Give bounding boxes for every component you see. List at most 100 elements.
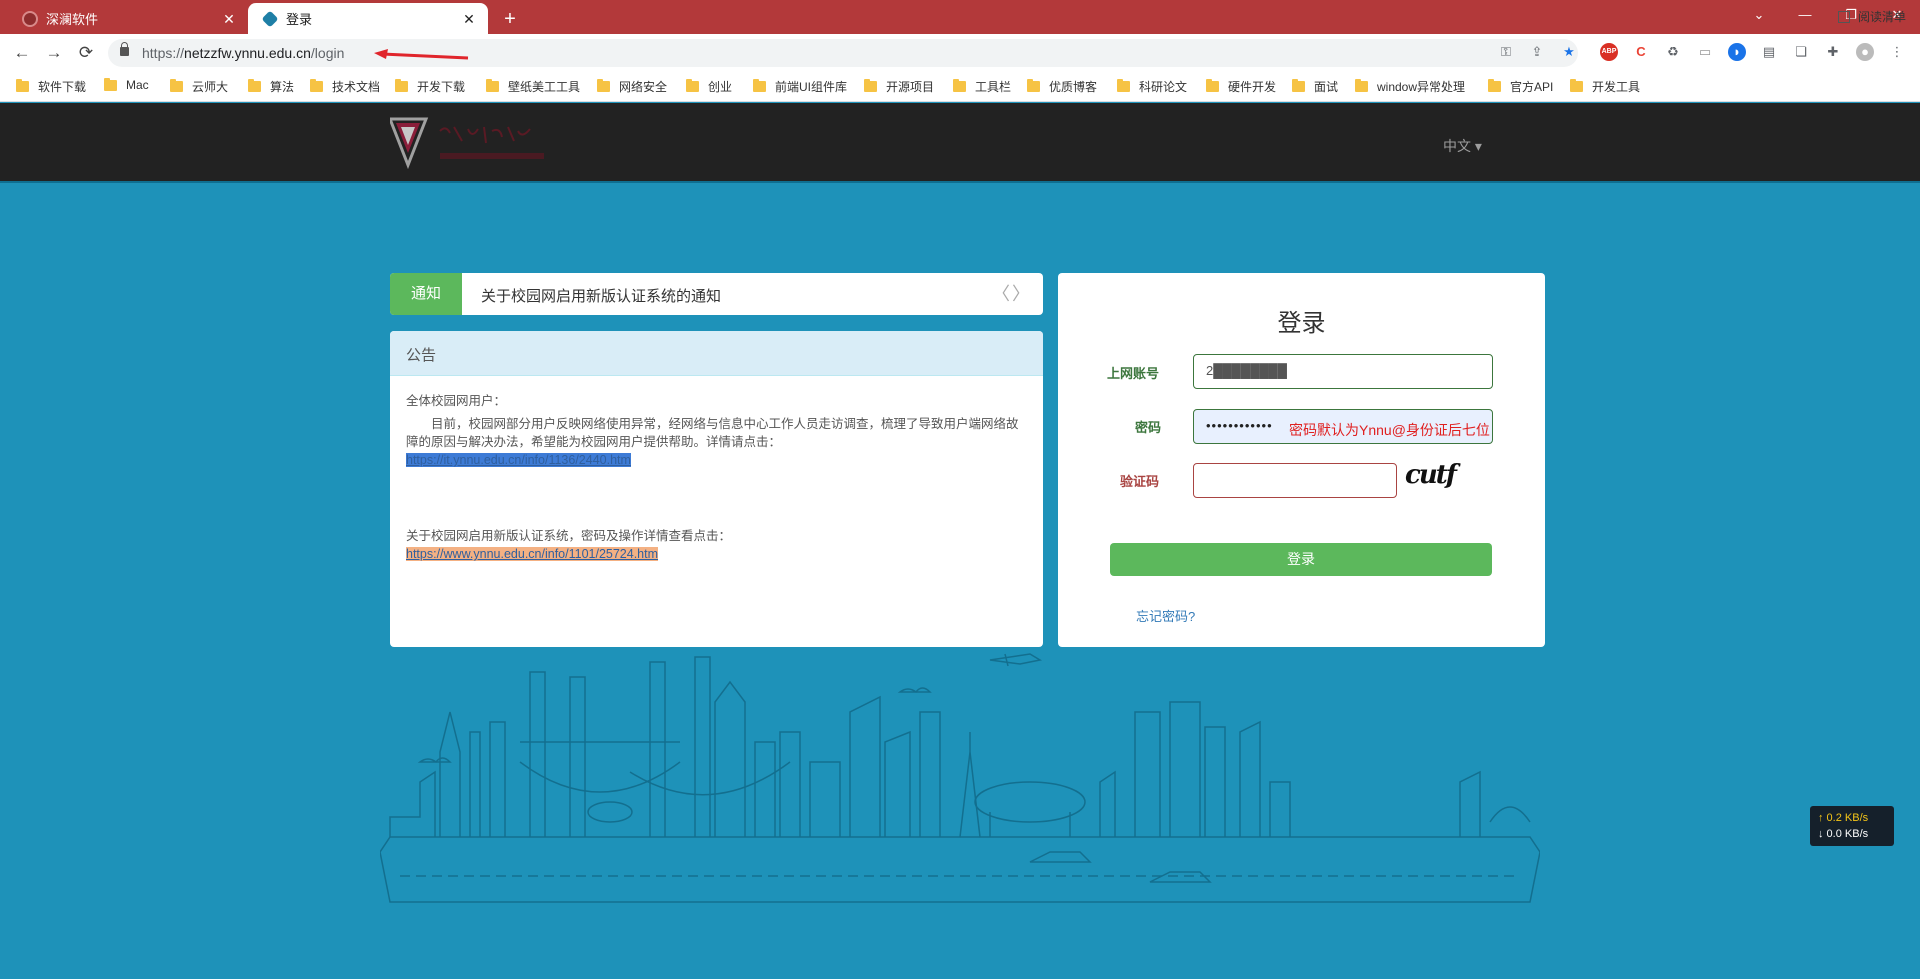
login-button[interactable]: 登录 — [1110, 543, 1492, 576]
account-label: 上网账号 — [1107, 366, 1160, 381]
folder-icon — [486, 79, 499, 92]
captcha-input[interactable] — [1193, 463, 1397, 498]
download-speed: ↓ 0.0 KB/s — [1818, 828, 1869, 840]
bookmark-item[interactable]: 工具栏 — [953, 78, 1011, 95]
bookmark-label: window异常处理 — [1377, 80, 1466, 94]
bookmark-item[interactable]: 开发工具 — [1570, 78, 1640, 95]
store-icon[interactable]: ▤ — [1760, 43, 1778, 61]
vpn-extension-icon[interactable]: ◗ — [1728, 43, 1746, 61]
folder-icon — [170, 79, 183, 92]
bookmark-item[interactable]: 官方API — [1488, 78, 1553, 95]
profile-avatar-icon[interactable]: ● — [1856, 43, 1874, 61]
folder-icon — [310, 79, 323, 92]
site-favicon-icon — [261, 10, 279, 27]
login-title: 登录 — [1277, 310, 1326, 337]
folder-icon — [1488, 79, 1501, 92]
tab-search-button[interactable]: ⌄ — [1736, 0, 1782, 30]
bookmark-label: 算法 — [270, 80, 295, 94]
bookmark-label: 开发工具 — [1592, 80, 1641, 94]
bookmark-item[interactable]: 壁纸美工工具 — [486, 78, 580, 95]
lock-icon[interactable] — [120, 42, 129, 56]
auth-info-link[interactable]: https://www.ynnu.edu.cn/info/1101/25724.… — [406, 547, 659, 561]
tab-login[interactable]: 登录 ✕ — [248, 3, 488, 34]
star-bookmark-icon[interactable]: ★ — [1560, 43, 1578, 61]
folder-icon — [1292, 79, 1305, 92]
recycle-icon[interactable]: ♻ — [1664, 43, 1682, 61]
chevron-left-icon[interactable]: 〈 — [992, 284, 1010, 304]
forgot-password-link[interactable]: 忘记密码? — [1136, 606, 1195, 625]
minimize-button[interactable]: — — [1782, 0, 1828, 30]
announcement-title: 公告 — [390, 331, 1043, 376]
bookmark-item[interactable]: Mac — [104, 77, 149, 92]
reload-button[interactable]: ⟳ — [73, 40, 99, 66]
network-speed-widget: ↑ 0.2 KB/s ↓ 0.0 KB/s — [1810, 806, 1894, 846]
back-button[interactable]: ← — [9, 40, 35, 66]
folder-icon — [104, 77, 117, 91]
bookmark-item[interactable]: 技术文档 — [310, 78, 380, 95]
bookmark-item[interactable]: 算法 — [248, 78, 294, 95]
address-bar[interactable]: https://netzzfw.ynnu.edu.cn/login — [108, 39, 1578, 67]
forward-button[interactable]: → — [41, 40, 67, 66]
bookmark-item[interactable]: 网络安全 — [597, 78, 667, 95]
reading-list-button[interactable]: 阅读清单 — [1837, 8, 1906, 25]
folder-icon — [1027, 79, 1040, 92]
bookmark-item[interactable]: 面试 — [1292, 78, 1338, 95]
password-label: 密码 — [1135, 420, 1162, 435]
bookmark-label: 工具栏 — [975, 80, 1012, 94]
announcement-greeting: 全体校园网用户： — [406, 394, 507, 408]
close-icon[interactable]: ✕ — [220, 10, 238, 28]
share-icon[interactable]: ⇪ — [1528, 43, 1546, 61]
notice-tag: 通知 — [390, 273, 462, 315]
folder-icon — [597, 79, 610, 92]
bookmark-label: 创业 — [708, 80, 733, 94]
adblock-icon[interactable]: ABP — [1600, 43, 1618, 61]
folder-icon — [16, 79, 29, 92]
bookmark-label: 软件下载 — [38, 80, 87, 94]
reading-list-icon — [1837, 10, 1850, 23]
url-text[interactable]: https://netzzfw.ynnu.edu.cn/login — [142, 45, 344, 61]
tab-strip: 深澜软件 ✕ 登录 ✕ + ⌄ — ❐ ✕ — [0, 0, 1920, 34]
chrome-ext-icon[interactable]: C — [1632, 43, 1650, 61]
new-tab-button[interactable]: + — [497, 6, 523, 32]
tab-title: 深澜软件 — [46, 12, 99, 27]
close-icon[interactable]: ✕ — [460, 10, 478, 28]
bookmark-label: 网络安全 — [619, 80, 668, 94]
folder-icon — [395, 79, 408, 92]
bookmark-item[interactable]: 前端UI组件库 — [753, 78, 847, 95]
bookmark-label: 开源项目 — [886, 80, 935, 94]
bookmark-item[interactable]: 硬件开发 — [1206, 78, 1276, 95]
bookmark-item[interactable]: 优质博客 — [1027, 78, 1097, 95]
account-input[interactable]: 2████████ — [1193, 354, 1493, 389]
bookmark-label: Mac — [126, 78, 149, 92]
site-header: 中文 ▾ — [0, 103, 1920, 183]
bookmark-item[interactable]: 软件下载 — [16, 78, 86, 95]
bookmark-item[interactable]: 云师大 — [170, 78, 228, 95]
bookmark-label: 优质博客 — [1049, 80, 1098, 94]
puzzle-icon[interactable]: ✚ — [1824, 43, 1842, 61]
bookmark-item[interactable]: 开发下载 — [395, 78, 465, 95]
city-skyline-illustration — [380, 653, 1540, 903]
folder-icon — [864, 79, 877, 92]
university-logo — [390, 117, 544, 169]
bookmark-item[interactable]: 开源项目 — [864, 78, 934, 95]
bookmark-item[interactable]: window异常处理 — [1355, 78, 1465, 95]
folder-icon — [248, 79, 261, 92]
folder-icon — [1206, 79, 1219, 92]
help-link[interactable]: https://it.ynnu.edu.cn/info/1136/2440.ht… — [406, 453, 631, 467]
captcha-image[interactable]: cutf — [1405, 460, 1457, 490]
notice-link[interactable]: 关于校园网启用新版认证系统的通知 — [481, 285, 721, 306]
bookmark-label: 壁纸美工工具 — [508, 80, 581, 94]
menu-icon[interactable]: ⋮ — [1888, 43, 1906, 61]
announcement-body: 全体校园网用户： 目前，校园网部分用户反映网络使用异常，经网络与信息中心工作人员… — [390, 376, 1043, 563]
copy-icon[interactable]: ❏ — [1792, 43, 1810, 61]
key-icon[interactable]: ⚿ — [1497, 43, 1515, 61]
bookmark-label: 官方API — [1510, 80, 1554, 94]
cast-icon[interactable]: ▭ — [1696, 43, 1714, 61]
folder-icon — [1117, 79, 1130, 92]
chevron-right-icon[interactable]: 〉 — [1012, 284, 1030, 304]
bookmark-item[interactable]: 科研论文 — [1117, 78, 1187, 95]
announcement-text-2: 关于校园网启用新版认证系统，密码及操作详情查看点击： https://www.yn… — [406, 529, 732, 561]
bookmark-item[interactable]: 创业 — [686, 78, 732, 95]
tab-shenlan[interactable]: 深澜软件 ✕ — [8, 3, 248, 34]
language-dropdown[interactable]: 中文 ▾ — [1443, 136, 1482, 156]
